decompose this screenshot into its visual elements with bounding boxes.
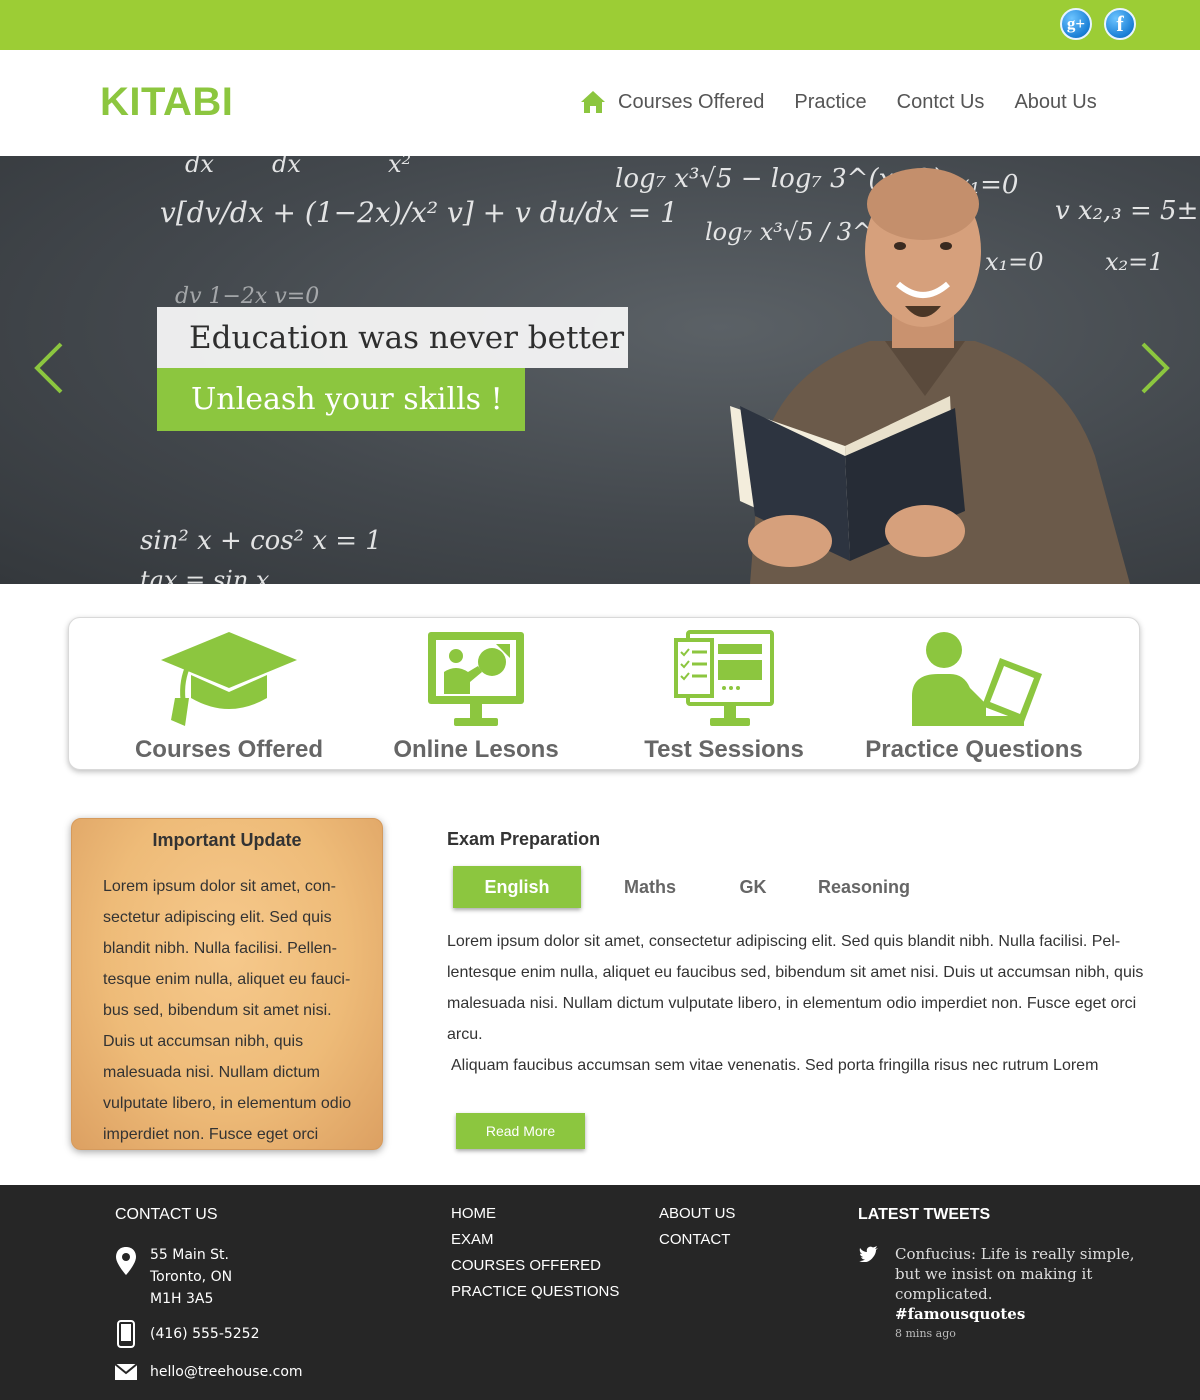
google-plus-icon[interactable]: g+ [1060,8,1092,40]
nav-practice[interactable]: Practice [794,91,866,114]
footer-link-about-us[interactable]: ABOUT US [659,1205,735,1222]
chalk-text: dx [185,156,214,178]
feature-courses-offered[interactable]: Courses Offered [134,630,324,764]
feature-practice-questions[interactable]: Practice Questions [864,630,1084,764]
chalk-text: v[dv/dx + (1−2x)/x² v] + v du/dx = 1 [160,196,678,229]
phone-icon [117,1320,135,1348]
hero-slider: dx dx x² v[dv/dx + (1−2x)/x² v] + v du/d… [0,156,1200,584]
test-checklist-monitor-icon [674,630,774,726]
footer-phone[interactable]: (416) 555-5252 [150,1323,260,1345]
graduation-cap-icon [161,632,297,726]
exam-paragraph: Lorem ipsum dolor sit amet, consectetur … [447,933,1144,1043]
chalk-text: x² [388,156,412,178]
feature-label: Courses Offered [134,736,324,763]
footer-link-contact[interactable]: CONTACT [659,1231,730,1248]
feature-label: Test Sessions [644,736,804,763]
footer-address-line: 55 Main St. [150,1247,229,1263]
latest-tweet: Confucius: Life is really simple, but we… [895,1244,1135,1344]
read-more-button[interactable]: Read More [456,1113,585,1149]
person-laptop-icon [912,632,1042,726]
slider-next-arrow-icon[interactable] [1140,342,1170,394]
tweet-timestamp: 8 mins ago [895,1327,956,1340]
nav-about-us[interactable]: About Us [1014,91,1096,114]
slider-prev-arrow-icon[interactable] [34,342,64,394]
location-pin-icon [116,1247,136,1275]
feature-label: Online Lesons [393,736,559,763]
tab-gk[interactable]: GK [723,866,783,908]
important-update-card: Important Update Lorem ipsum dolor sit a… [71,818,383,1150]
chalk-text: tax = sin x [140,566,270,584]
tweet-text: Confucius: Life is really simple, but we… [895,1245,1135,1303]
footer-address-line: M1H 3A5 [150,1291,214,1307]
hero-subtitle: Unleash your skills ! [157,368,525,431]
tweet-hashtag[interactable]: #famousquotes [895,1304,1135,1324]
feature-label: Practice Questions [865,736,1083,763]
teacher-photo [730,168,1130,584]
exam-content: Lorem ipsum dolor sit amet, consectetur … [447,926,1147,1081]
chalk-text: sin² x + cos² x = 1 [140,526,382,556]
presentation-monitor-icon [428,632,524,726]
home-icon[interactable] [580,90,606,114]
feature-online-lessons[interactable]: Online Lesons [381,630,571,764]
site-logo[interactable]: KITABI [100,80,233,125]
features-panel: Courses Offered Online Lesons Test Sessi… [68,617,1140,770]
exam-paragraph: Aliquam faucibus accumsan sem vitae vene… [451,1057,1099,1074]
footer-address-line: Toronto, ON [150,1269,233,1285]
footer-link-exam[interactable]: EXAM [451,1231,494,1248]
update-title: Important Update [152,830,302,850]
footer-email[interactable]: hello@treehouse.com [150,1361,303,1383]
twitter-bird-icon [859,1246,878,1262]
exam-section-title: Exam Preparation [447,829,601,849]
update-body: Lorem ipsum dolor sit amet, con-sectetur… [103,878,352,1143]
footer-contact-title: CONTACT US [115,1206,218,1223]
tab-reasoning[interactable]: Reasoning [808,866,920,908]
footer-link-courses-offered[interactable]: COURSES OFFERED [451,1257,601,1274]
tab-maths[interactable]: Maths [603,866,697,908]
email-icon [115,1364,137,1380]
site-header: KITABI Courses Offered Practice Contct U… [0,50,1200,156]
chalk-text: dx [272,156,301,178]
main-nav: Courses Offered Practice Contct Us About… [580,90,1097,114]
tab-english[interactable]: English [453,866,581,908]
nav-courses-offered[interactable]: Courses Offered [618,91,764,114]
nav-contact-us[interactable]: Contct Us [897,91,985,114]
chalk-text: dv 1−2x v=0 [175,284,320,309]
top-bar: g+ f [0,0,1200,50]
footer-tweets-title: LATEST TWEETS [858,1206,991,1223]
hero-title: Education was never better [157,307,628,368]
footer-link-home[interactable]: HOME [451,1205,496,1222]
facebook-icon[interactable]: f [1104,8,1136,40]
footer-link-practice-questions[interactable]: PRACTICE QUESTIONS [451,1283,619,1300]
feature-test-sessions[interactable]: Test Sessions [629,630,819,764]
